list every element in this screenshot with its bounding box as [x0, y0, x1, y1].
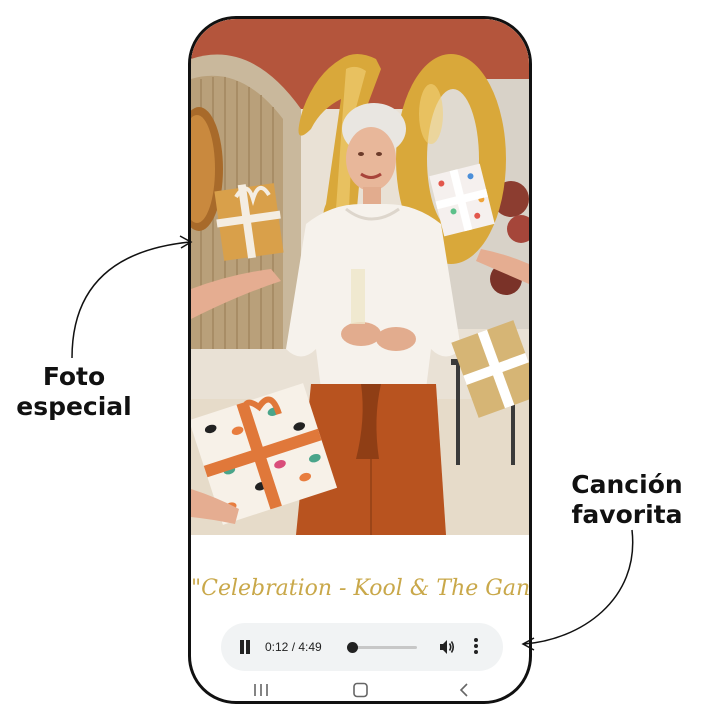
playback-time: 0:12 / 4:49: [265, 640, 322, 654]
more-vert-icon[interactable]: [473, 638, 479, 656]
arrow-to-player: [521, 529, 634, 651]
callout-cancion-line2: favorita: [571, 500, 683, 529]
special-photo: [191, 19, 529, 535]
song-title: "Celebration - Kool & The Gang": [191, 576, 532, 601]
progress-knob[interactable]: [346, 642, 358, 653]
volume-icon[interactable]: [438, 638, 456, 656]
callout-foto-line1: Foto: [42, 362, 106, 391]
progress-slider[interactable]: [346, 642, 417, 653]
callout-foto-line2: especial: [16, 392, 132, 421]
android-navbar: [191, 679, 529, 701]
phone-frame: "Celebration - Kool & The Gang" 0:12 / 4…: [188, 16, 532, 704]
audio-player: 0:12 / 4:49: [221, 623, 503, 671]
pause-icon[interactable]: [239, 640, 251, 654]
callout-foto-especial: Foto especial: [10, 362, 138, 422]
home-icon[interactable]: [351, 682, 371, 698]
arrow-to-photo: [71, 235, 193, 359]
back-icon[interactable]: [455, 682, 475, 698]
callout-cancion-line1: Canción: [571, 470, 683, 499]
callout-cancion-favorita: Canción favorita: [562, 470, 692, 530]
recent-apps-icon[interactable]: [251, 682, 271, 698]
